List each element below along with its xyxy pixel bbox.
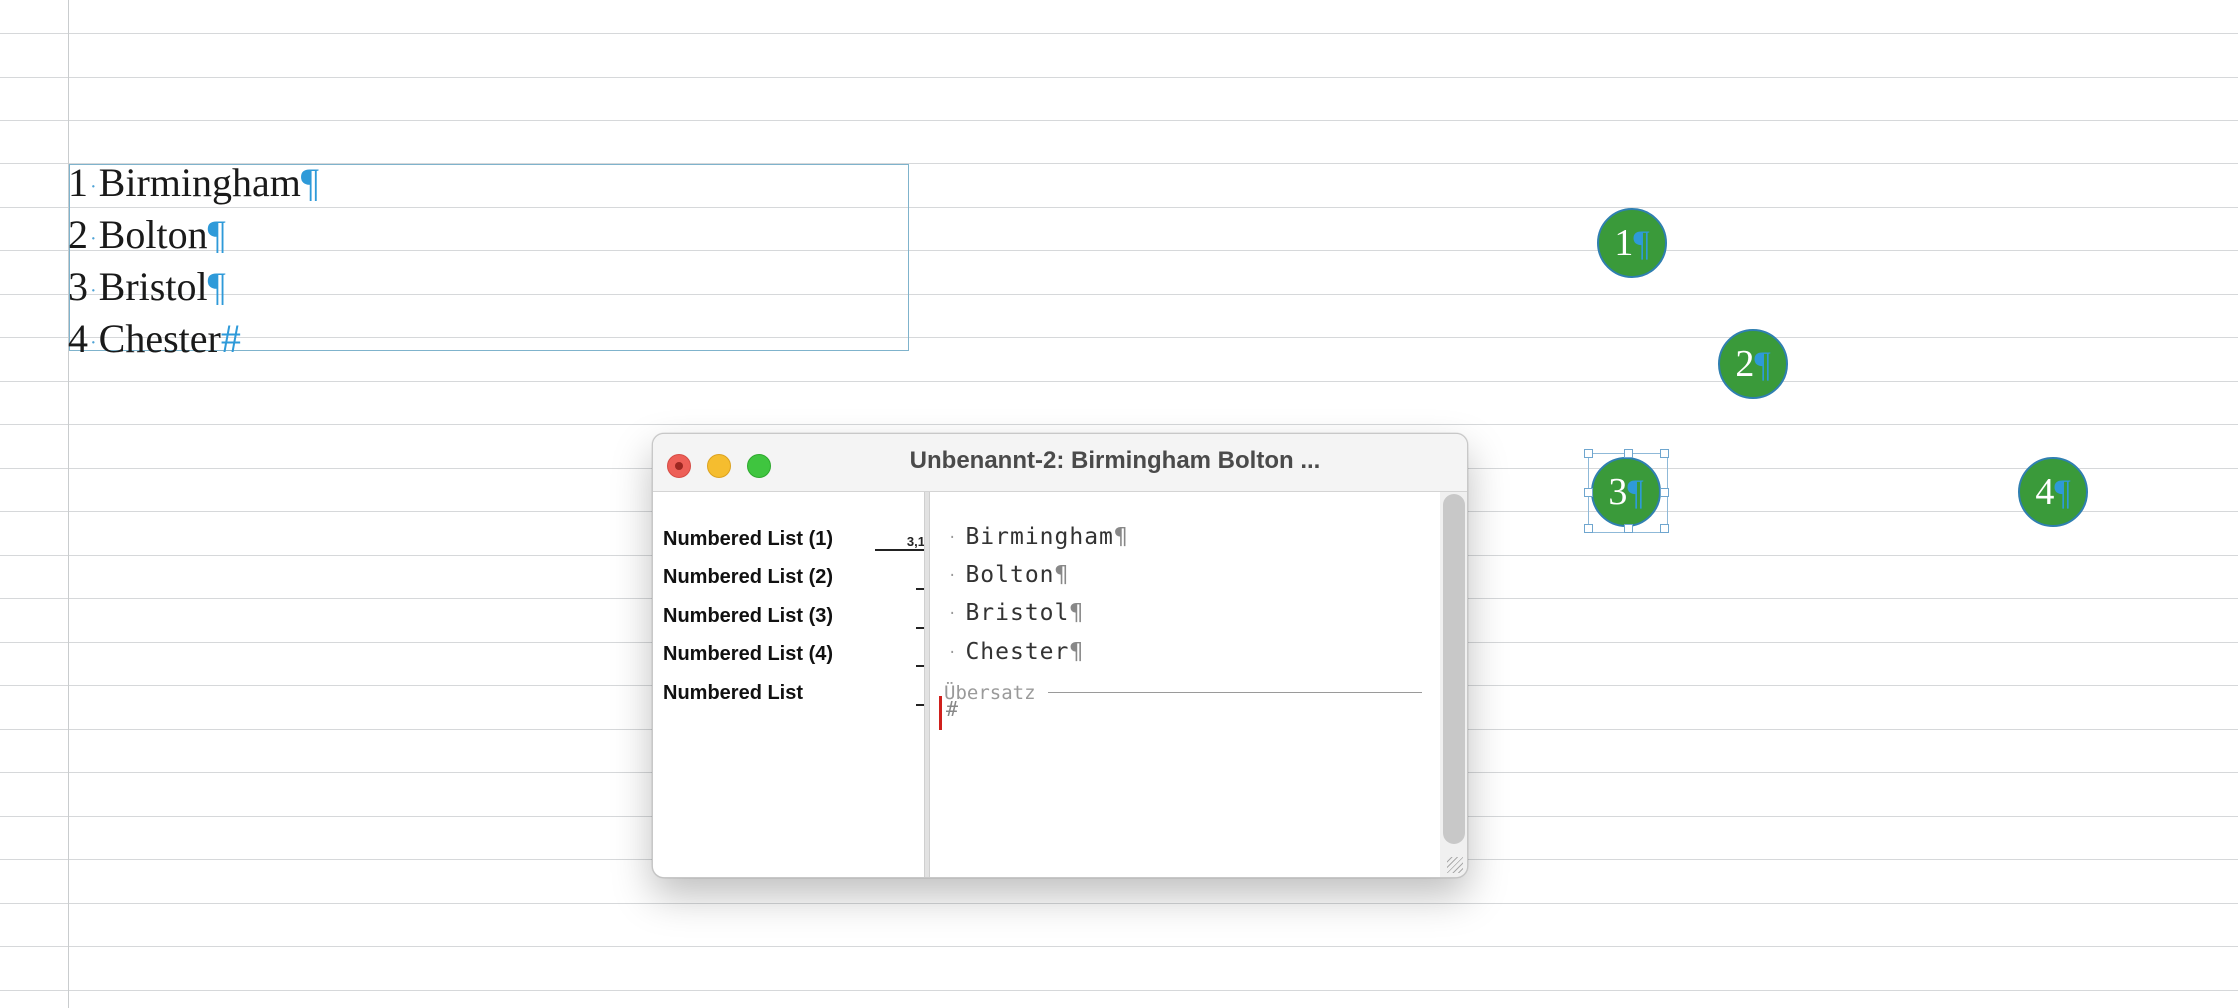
margin-guide [68,0,69,1008]
style-label[interactable]: Numbered List (4) [663,643,833,666]
list-text: Bolton [98,212,208,257]
baseline-grid-line [0,424,2238,425]
story-line: · Bristol¶ [948,600,1085,626]
pilcrow-mark: ¶ [207,264,226,309]
close-button[interactable] [667,454,691,478]
style-label[interactable]: Numbered List [663,682,803,705]
overset-divider [1048,692,1422,693]
baseline-grid-line [0,990,2238,991]
resize-handle[interactable] [1660,524,1669,533]
story-text: Bristol [965,600,1070,626]
list-text: Birmingham [98,160,301,205]
minimize-button[interactable] [707,454,731,478]
resize-handle[interactable] [1584,488,1593,497]
story-text: Birmingham [965,524,1114,550]
end-of-story-mark: # [220,316,241,361]
zoom-button[interactable] [747,454,771,478]
resize-grip-icon[interactable] [1447,857,1463,873]
space-marker: · [90,279,97,302]
resize-handle[interactable] [1584,449,1593,458]
pilcrow-mark: ¶ [207,212,226,257]
list-text: Bristol [98,264,208,309]
numbered-circle-1[interactable]: 1 ¶ [1597,208,1667,278]
style-label[interactable]: Numbered List (3) [663,605,833,628]
resize-handle[interactable] [1584,524,1593,533]
space-marker: · [90,227,97,250]
story-text: Bolton [965,562,1055,588]
vertical-scrollbar[interactable] [1440,492,1467,877]
list-item: 1 ·Birmingham¶ [68,157,319,209]
list-text: Chester [98,316,221,361]
story-text-area[interactable]: · Birmingham¶ · Bolton¶ · Bristol¶ · Chester… [930,492,1440,877]
baseline-grid-line [0,903,2238,904]
list-item: 2 ·Bolton¶ [68,209,226,261]
baseline-grid-line [0,946,2238,947]
list-item: 3 ·Bristol¶ [68,261,226,313]
resize-handle[interactable] [1660,449,1669,458]
window-title: Unbenannt-2: Birmingham Bolton ... [909,447,1321,474]
baseline-grid-line [0,77,2238,78]
space-marker: · [90,175,97,198]
numbered-circle-4[interactable]: 4 ¶ [2018,457,2088,527]
story-line: · Bolton¶ [948,562,1070,588]
pilcrow-mark: ¶ [1054,562,1070,588]
title-bar[interactable]: Unbenannt-2: Birmingham Bolton ... [653,434,1467,492]
style-label[interactable]: Numbered List (2) [663,566,833,589]
list-number: 1 [68,160,88,205]
circle-number: 2 [1735,343,1755,385]
resize-handle[interactable] [1624,449,1633,458]
baseline-grid-line [0,120,2238,121]
pilcrow-mark: ¶ [1754,344,1771,384]
resize-handle[interactable] [1660,488,1669,497]
space-marker: · [90,331,97,354]
style-label[interactable]: Numbered List (1) [663,528,833,551]
circle-number: 4 [2035,471,2055,513]
baseline-grid-line [0,33,2238,34]
pilcrow-mark: ¶ [2054,472,2071,512]
list-number: 2 [68,212,88,257]
pilcrow-mark: ¶ [1069,639,1085,665]
pilcrow-mark: ¶ [1113,524,1129,550]
baseline-grid-line [0,381,2238,382]
pilcrow-mark: ¶ [1633,223,1650,263]
circle-number: 1 [1614,222,1634,264]
story-editor-window[interactable]: Unbenannt-2: Birmingham Bolton ... Numbe… [652,433,1468,878]
pilcrow-mark: ¶ [1627,472,1644,512]
depth-indicator: 3,1 [875,535,925,551]
resize-handle[interactable] [1624,524,1633,533]
story-text: Chester [965,639,1070,665]
list-number: 3 [68,264,88,309]
end-of-story-mark: # [946,697,959,721]
style-column: Numbered List (1) 3,1 Numbered List (2) … [653,492,925,877]
scroll-thumb[interactable] [1443,494,1465,844]
numbered-circle-2[interactable]: 2 ¶ [1718,329,1788,399]
numbered-circle-3[interactable]: 3 ¶ [1591,457,1661,527]
circle-number: 3 [1608,471,1628,513]
story-line: · Birmingham¶ [948,524,1129,550]
list-item: 4 ·Chester# [68,313,241,365]
list-number: 4 [68,316,88,361]
story-line: · Chester¶ [948,639,1085,665]
overset-bar [939,696,942,730]
pilcrow-mark: ¶ [1069,600,1085,626]
pilcrow-mark: ¶ [300,160,320,205]
